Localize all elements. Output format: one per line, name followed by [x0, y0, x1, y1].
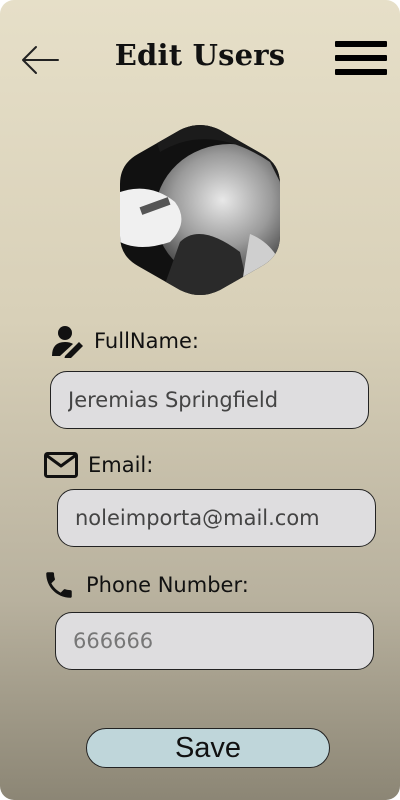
header: Edit Users: [0, 28, 400, 92]
hamburger-menu-icon: [335, 55, 387, 61]
edit-users-screen: Edit Users FullName: Jeremias Springfiel…: [0, 0, 400, 800]
fullname-label-row: FullName:: [50, 324, 199, 358]
fullname-label: FullName:: [94, 329, 199, 353]
email-label: Email:: [88, 453, 154, 477]
menu-button[interactable]: [330, 38, 390, 82]
fullname-field[interactable]: [50, 371, 369, 429]
avatar[interactable]: [120, 122, 280, 298]
phone-field[interactable]: [55, 612, 374, 670]
email-label-row: Email:: [44, 452, 153, 478]
hamburger-menu-icon: [335, 69, 387, 75]
phone-icon: [42, 568, 76, 602]
email-field[interactable]: [57, 489, 376, 547]
hamburger-menu-icon: [335, 41, 387, 47]
phone-label-row: Phone Number:: [42, 568, 249, 602]
user-edit-icon: [50, 324, 84, 358]
save-button[interactable]: Save: [86, 728, 330, 768]
phone-label: Phone Number:: [86, 573, 249, 597]
mail-icon: [44, 452, 78, 478]
